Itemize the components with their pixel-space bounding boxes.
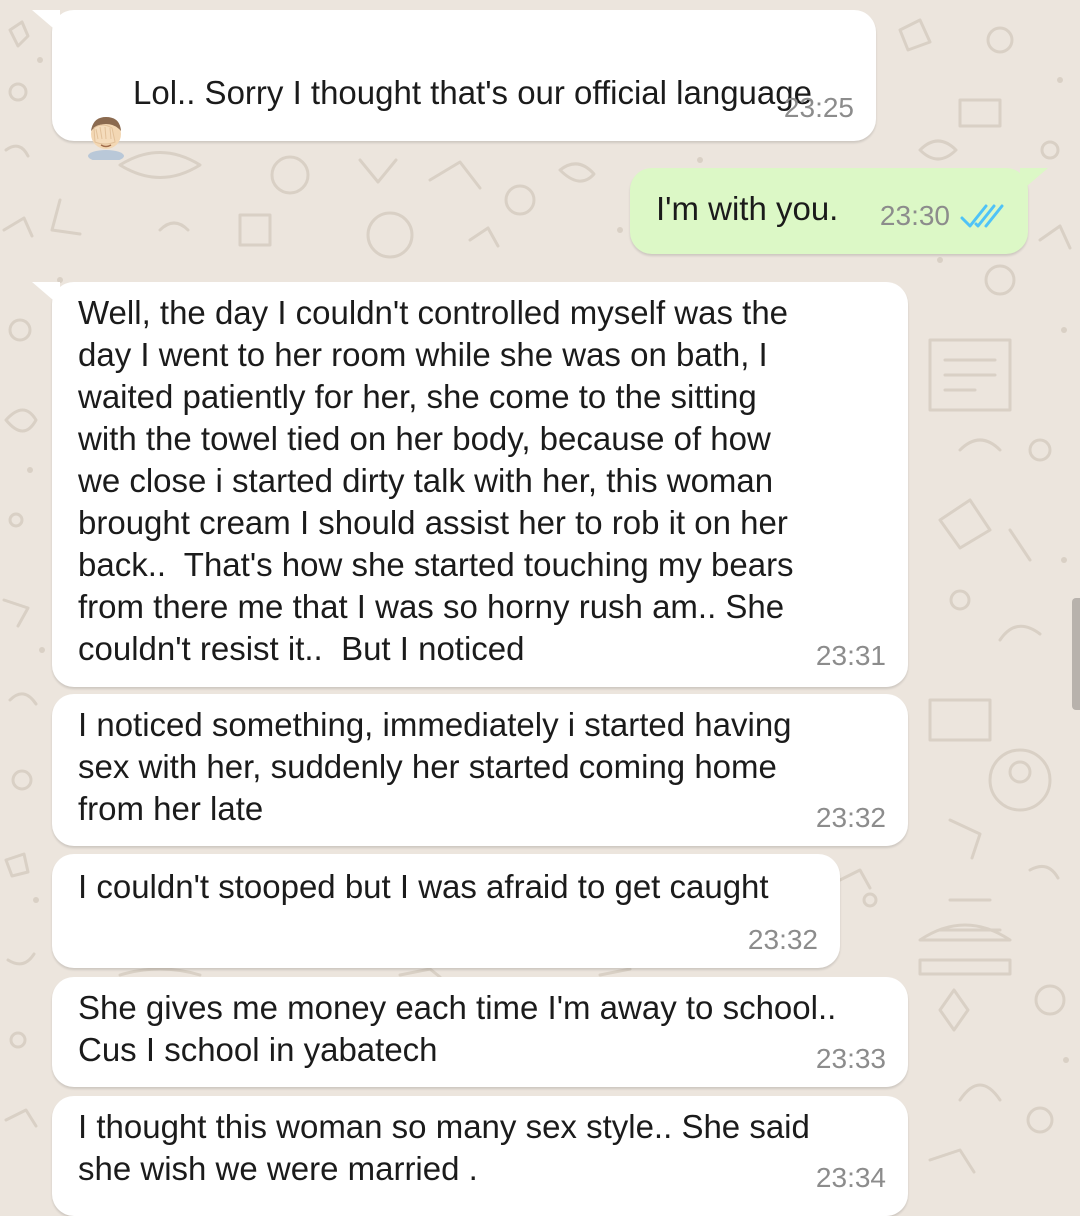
incoming-message[interactable]: Well, the day I couldn't controlled myse… xyxy=(32,282,908,687)
incoming-message[interactable]: Lol.. Sorry I thought that's our officia… xyxy=(32,10,876,160)
message-timestamp: 23:32 xyxy=(815,802,886,833)
incoming-message[interactable]: I thought this woman so many sex style..… xyxy=(52,1096,908,1216)
message-timestamp: 23:32 xyxy=(747,924,818,955)
message-timestamp: 23:25 xyxy=(783,92,854,123)
chat-area[interactable]: Lol.. Sorry I thought that's our officia… xyxy=(0,0,1080,1216)
message-text-content: Lol.. Sorry I thought that's our officia… xyxy=(133,74,812,111)
bubble-tail xyxy=(1020,168,1048,192)
message-timestamp: 23:30 xyxy=(879,200,950,231)
message-text: I noticed something, immediately i start… xyxy=(78,706,792,827)
incoming-message[interactable]: I noticed something, immediately i start… xyxy=(52,694,908,846)
message-timestamp: 23:34 xyxy=(815,1162,886,1193)
face-palm-emoji-icon xyxy=(88,117,124,160)
message-text: Well, the day I couldn't controlled myse… xyxy=(78,294,794,667)
message-text: She gives me money each time I'm away to… xyxy=(78,989,837,1068)
bubble-tail xyxy=(32,282,60,306)
incoming-message[interactable]: She gives me money each time I'm away to… xyxy=(52,977,908,1087)
message-text: I'm with you. xyxy=(656,190,839,227)
double-check-icon xyxy=(960,204,1004,228)
outgoing-message[interactable]: I'm with you. 23:30 xyxy=(630,168,1048,254)
message-text: I couldn't stooped but I was afraid to g… xyxy=(78,868,769,905)
message-timestamp: 23:31 xyxy=(815,640,886,671)
incoming-message[interactable]: I couldn't stooped but I was afraid to g… xyxy=(52,854,840,968)
message-timestamp: 23:33 xyxy=(815,1043,886,1074)
message-text: I thought this woman so many sex style..… xyxy=(78,1108,810,1187)
scrollbar-thumb[interactable] xyxy=(1072,598,1080,710)
bubble-tail xyxy=(32,10,60,34)
